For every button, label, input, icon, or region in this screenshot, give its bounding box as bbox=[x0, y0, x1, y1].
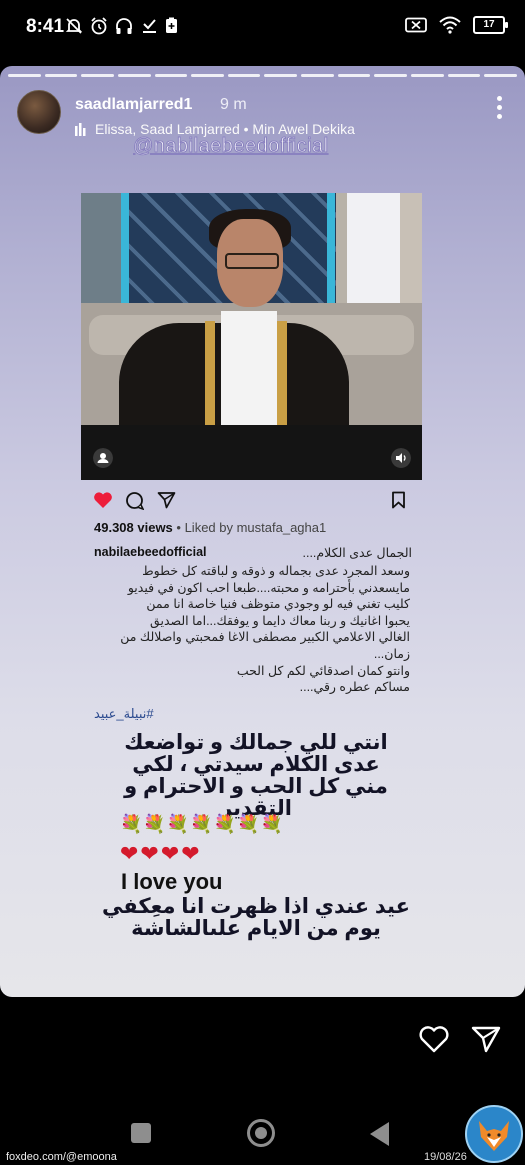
bell-muted-icon bbox=[65, 18, 83, 34]
back-button[interactable] bbox=[370, 1122, 389, 1146]
post-actions bbox=[81, 489, 422, 513]
caption-username[interactable]: nabilaebeedofficial bbox=[94, 545, 207, 559]
hearts-emoji: ❤❤❤❤ bbox=[120, 841, 202, 866]
more-options-icon[interactable] bbox=[497, 96, 503, 123]
bookmark-icon[interactable] bbox=[391, 491, 406, 509]
progress-segment bbox=[81, 74, 114, 77]
comment-icon[interactable] bbox=[125, 491, 144, 510]
progress-segment bbox=[8, 74, 41, 77]
clipboard-icon bbox=[166, 17, 177, 33]
recents-button[interactable] bbox=[131, 1123, 151, 1143]
volume-icon[interactable] bbox=[391, 448, 411, 468]
progress-segment bbox=[337, 74, 371, 77]
story-like-icon[interactable] bbox=[418, 1025, 450, 1053]
story-text-overlay: انتي للي جمالك و تواضعك عدى الكلام سيدتي … bbox=[96, 732, 416, 820]
story-time: 9 m bbox=[220, 96, 247, 113]
hashtag-link[interactable]: #نبيلة_عبيد bbox=[94, 706, 154, 722]
video-frame bbox=[81, 193, 422, 425]
story-progress bbox=[8, 74, 517, 77]
caption-first-line: الجمال عدى الكلام.... bbox=[302, 546, 413, 560]
progress-segment bbox=[117, 74, 151, 77]
caption-line: وسعد المجرد عدى بجماله و ذوقه و لباقته ك… bbox=[142, 564, 410, 578]
fox-logo-icon bbox=[465, 1105, 523, 1163]
caption-line: كليب تغني فيه لو وجودي متوظف فنيا خاصة ا… bbox=[146, 597, 410, 612]
overlay-line: عيد عندي اذا ظهرت انا معِك bbox=[138, 895, 410, 918]
progress-segment bbox=[301, 74, 334, 77]
liked-by[interactable]: • Liked by mustafa_agha1 bbox=[173, 520, 326, 535]
wifi-icon bbox=[439, 16, 461, 34]
progress-segment bbox=[154, 74, 188, 77]
status-time: 8:41 bbox=[26, 16, 65, 37]
status-bar: 8:41 17 bbox=[0, 0, 525, 56]
progress-segment bbox=[227, 74, 261, 77]
download-done-icon bbox=[143, 19, 156, 33]
views-count: 49.308 views bbox=[94, 520, 173, 535]
no-sim-icon bbox=[405, 17, 427, 33]
progress-segment bbox=[374, 74, 408, 77]
progress-segment bbox=[447, 74, 481, 77]
watermark-date: 19/08/26 bbox=[424, 1151, 467, 1163]
progress-segment bbox=[484, 74, 517, 77]
story-username[interactable]: saadlamjarred1 bbox=[75, 96, 192, 114]
watermark-text: foxdeo.com/@emoona bbox=[6, 1151, 117, 1163]
avatar[interactable] bbox=[17, 90, 61, 134]
tagged-user-icon[interactable] bbox=[93, 448, 113, 468]
overlay-line: عدى الكلام سيدتي ، لكي bbox=[132, 753, 380, 776]
mention-sticker[interactable]: @nabilaebeedofficial bbox=[133, 135, 329, 158]
overlay-line: انتي للي جمالك و تواضعك bbox=[124, 731, 388, 754]
system-icons: 17 bbox=[405, 16, 508, 34]
story-text-ending: عيد عندي اذا ظهرت انا معِكفي يوم من الاي… bbox=[96, 896, 416, 940]
like-heart-icon[interactable] bbox=[93, 491, 113, 509]
caption-line: يحبوا اغانيك و ربنا معاك دايما و يوفقك..… bbox=[150, 613, 410, 628]
caption-line: وانتو كمان اصدقائي لكم كل الحب bbox=[236, 663, 410, 678]
progress-segment bbox=[44, 74, 78, 77]
caption-text: وسعد المجرد عدى بجماله و ذوقه و لباقته ك… bbox=[94, 563, 410, 696]
share-icon[interactable] bbox=[157, 491, 176, 509]
caption-line: مساكم عطره رقي.... bbox=[299, 680, 410, 695]
music-bars-icon bbox=[75, 122, 86, 136]
shared-post[interactable]: 49.308 views • Liked by mustafa_agha1 na… bbox=[81, 193, 422, 721]
caption-line: مايسعدني بأحترامه و محبته....طبعا احب اك… bbox=[127, 580, 410, 595]
english-text: I love you bbox=[121, 869, 223, 894]
headset-icon bbox=[116, 18, 132, 34]
battery-indicator: 17 bbox=[473, 16, 508, 34]
overlay-line: الشاشة bbox=[131, 917, 210, 940]
views-line: 49.308 views • Liked by mustafa_agha1 bbox=[94, 520, 326, 535]
post-video[interactable] bbox=[81, 193, 422, 480]
home-button[interactable] bbox=[247, 1119, 275, 1147]
caption-line: الغالي الاعلامي الكبير مصطفى الاغا فمحبت… bbox=[120, 630, 410, 645]
progress-segment bbox=[411, 74, 444, 77]
caption-line: زمان... bbox=[373, 646, 410, 661]
story-card[interactable]: saadlamjarred1 9 m Elissa, Saad Lamjarre… bbox=[0, 66, 525, 997]
progress-segment bbox=[191, 74, 224, 77]
flowers-emoji: 💐💐💐💐💐💐💐 bbox=[120, 814, 284, 834]
send-icon[interactable] bbox=[471, 1025, 501, 1053]
alarm-icon bbox=[91, 17, 107, 35]
progress-segment bbox=[264, 74, 298, 77]
overlay-line: مني كل الحب و الاحترام و bbox=[124, 775, 388, 798]
